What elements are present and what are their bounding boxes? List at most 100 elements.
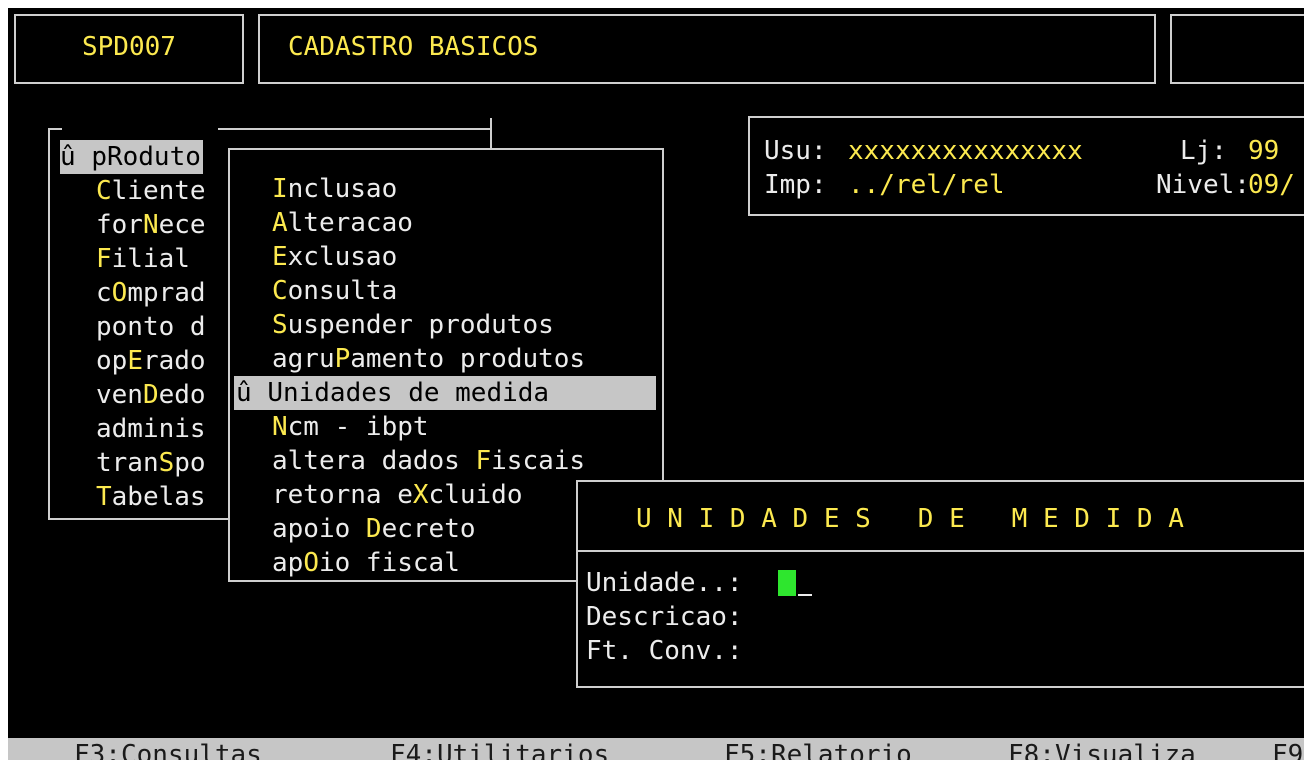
item-text: nclusao [287, 174, 398, 204]
item-text: apoio [272, 514, 366, 544]
main_menu-item[interactable]: venDedo [96, 378, 206, 412]
hotkey-letter: D [365, 514, 382, 544]
hotkey-letter: D [142, 380, 159, 410]
function-key-f4[interactable]: F4:Utilitarios [390, 738, 609, 760]
function-key-f9[interactable]: F9 [1272, 738, 1303, 760]
sub_menu-item[interactable]: Exclusao [272, 240, 397, 274]
item-text: agru [272, 344, 335, 374]
screen: SPD007 CADASTRO BASICOS Usu: xxxxxxxxxxx… [0, 0, 1304, 760]
item-text: liente [111, 176, 206, 206]
hotkey-letter: O [111, 278, 128, 308]
item-text: op [96, 346, 128, 376]
conversion-factor-input[interactable] [776, 634, 976, 668]
header-right-box [1170, 14, 1304, 84]
sub_menu-item[interactable]: agruPamento produtos [272, 342, 585, 376]
hotkey-letter: S [158, 448, 175, 478]
sub_menu-item[interactable]: Ncm - ibpt [272, 410, 429, 444]
hotkey-letter: R [106, 142, 123, 172]
sub_menu-item[interactable]: Alteracao [272, 206, 413, 240]
item-text: ponto d [96, 312, 206, 342]
item-text: tran [96, 448, 159, 478]
main_menu-item[interactable]: ponto d [96, 310, 206, 344]
sub_menu-item[interactable]: Inclusao [272, 172, 397, 206]
unit-label: Unidade..: [586, 568, 743, 598]
program-code: SPD007 [82, 32, 176, 62]
item-text: nidades de medida [282, 378, 550, 408]
hotkey-letter: T [96, 482, 112, 512]
item-text: ece [158, 210, 206, 240]
terminal-window: SPD007 CADASTRO BASICOS Usu: xxxxxxxxxxx… [8, 8, 1304, 760]
selection-marker: û [60, 142, 92, 172]
hotkey-letter: F [475, 446, 492, 476]
user-label: Usu: [764, 136, 827, 166]
item-text: oduto [122, 142, 201, 172]
item-text: amento produtos [350, 344, 586, 374]
item-text: abelas [111, 482, 206, 512]
level-label: Nivel: [1156, 170, 1250, 200]
item-text: iscais [491, 446, 586, 476]
item-text: xclusao [287, 242, 398, 272]
item-text: c [96, 278, 112, 308]
store-label: Lj: [1180, 136, 1227, 166]
item-text: cm - ibpt [287, 412, 429, 442]
hotkey-letter: O [303, 548, 319, 578]
item-text: uspender produtos [287, 310, 554, 340]
sub_menu-item[interactable]: û Unidades de medida [236, 376, 549, 410]
function-key-f8[interactable]: F8:Visualiza [1008, 738, 1196, 760]
item-text: ap [272, 548, 304, 578]
conversion-factor-label: Ft. Conv.: [586, 636, 743, 666]
selection-marker: û [236, 378, 268, 408]
description-input[interactable] [776, 600, 1196, 634]
item-text: for [96, 210, 143, 240]
main_menu-item[interactable]: Filial [96, 242, 190, 276]
hotkey-letter: S [272, 310, 288, 340]
item-text: mprad [127, 278, 206, 308]
dialog-title: U N I D A D E S D E M E D I D A [636, 504, 1184, 534]
main_menu-item[interactable]: cOmprad [96, 276, 206, 310]
item-text: cluido [428, 480, 523, 510]
main_menu-item[interactable]: Cliente [96, 174, 206, 208]
hotkey-letter: N [142, 210, 159, 240]
main_menu-item[interactable]: opErado [96, 344, 206, 378]
sub_menu-item[interactable]: Suspender produtos [272, 308, 554, 342]
hotkey-letter: E [127, 346, 143, 376]
sub_menu-item[interactable]: altera dados Fiscais [272, 444, 585, 478]
input-underline [798, 594, 812, 596]
item-text: edo [158, 380, 206, 410]
item-text: altera dados [272, 446, 476, 476]
hotkey-letter: C [272, 276, 288, 306]
item-text: onsulta [287, 276, 398, 306]
main_menu-item[interactable]: tranSpo [96, 446, 206, 480]
main_menu-item[interactable]: Tabelas [96, 480, 206, 514]
hotkey-letter: A [272, 208, 288, 238]
description-label: Descricao: [586, 602, 743, 632]
text-cursor [778, 570, 796, 596]
level-value: 09/ [1248, 170, 1295, 200]
item-text: rado [142, 346, 206, 376]
hotkey-letter: X [412, 480, 429, 510]
hotkey-letter: P [334, 344, 351, 374]
hotkey-letter: C [96, 176, 112, 206]
main_menu-item[interactable]: forNece [96, 208, 206, 242]
sub_menu-item[interactable]: Consulta [272, 274, 397, 308]
item-text: ven [96, 380, 143, 410]
item-text: retorna e [272, 480, 413, 510]
function-key-f5[interactable]: F5:Relatorio [724, 738, 912, 760]
hotkey-letter: N [272, 412, 288, 442]
sub_menu-item[interactable]: apoio Decreto [272, 512, 476, 546]
item-text: po [174, 448, 206, 478]
hotkey-letter: F [96, 244, 112, 274]
function-key-f3[interactable]: F3:Consultas [74, 738, 262, 760]
sub_menu-item[interactable]: retorna eXcluido [272, 478, 522, 512]
main_menu-item[interactable]: û pRoduto [60, 140, 203, 174]
unit-input[interactable] [776, 566, 896, 600]
item-text: adminis [96, 414, 206, 444]
sub_menu-item[interactable]: apOio fiscal [272, 546, 460, 580]
printer-value: ../rel/rel [848, 170, 1005, 200]
hotkey-letter: I [272, 174, 288, 204]
hotkey-letter: E [272, 242, 288, 272]
item-text: p [91, 142, 107, 172]
user-value: xxxxxxxxxxxxxxx [848, 136, 1083, 166]
main_menu-item[interactable]: adminis [96, 412, 206, 446]
item-text: io fiscal [318, 548, 460, 578]
